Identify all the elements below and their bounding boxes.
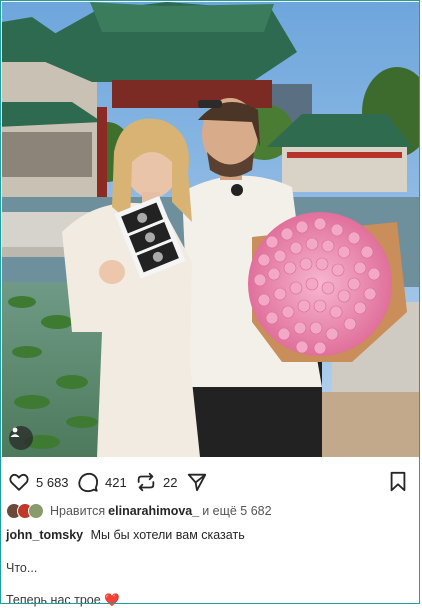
- liker-username[interactable]: elinarahimova_: [108, 504, 199, 518]
- likes-prefix: Нравится: [50, 504, 106, 518]
- photo-illustration: [2, 2, 419, 457]
- heart-icon: [9, 473, 29, 491]
- person-icon: [10, 427, 20, 437]
- like-count: 5 683: [36, 474, 69, 490]
- share-button[interactable]: [186, 468, 208, 496]
- likes-suffix[interactable]: и ещё 5 682: [202, 504, 271, 518]
- repost-count: 22: [163, 474, 178, 490]
- like-button[interactable]: 5 683: [8, 468, 69, 496]
- caption-line-2: Что...: [6, 561, 38, 575]
- post-action-bar: 5 683 421 22: [0, 468, 422, 496]
- tagged-users-button[interactable]: [9, 426, 33, 450]
- caption-line-1: john_tomsky Мы бы хотели вам сказать: [6, 528, 245, 542]
- avatar: [28, 503, 44, 519]
- repost-button[interactable]: 22: [135, 468, 177, 496]
- liker-avatars: [6, 503, 44, 519]
- caption-text: Мы бы хотели вам сказать: [90, 528, 245, 542]
- comment-button[interactable]: 421: [77, 468, 127, 496]
- comment-bubble-icon: [78, 472, 99, 493]
- post-photo[interactable]: [2, 2, 419, 457]
- caption-username[interactable]: john_tomsky: [6, 528, 83, 542]
- send-paper-plane-icon: [187, 473, 207, 492]
- bookmark-icon: [390, 471, 406, 492]
- save-button[interactable]: [388, 468, 408, 496]
- repost-icon: [137, 472, 155, 492]
- comment-count: 421: [105, 474, 127, 490]
- likes-summary[interactable]: Нравится elinarahimova_ и ещё 5 682: [6, 502, 272, 520]
